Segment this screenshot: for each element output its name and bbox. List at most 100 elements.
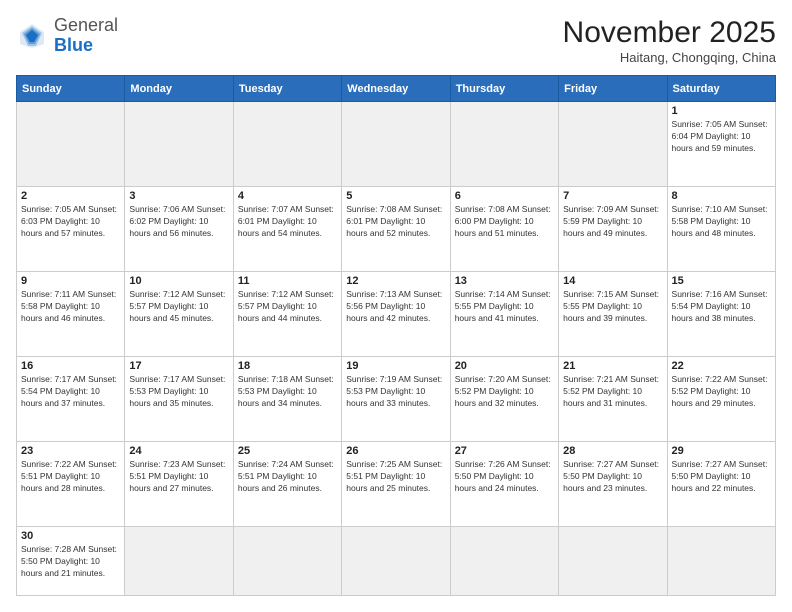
calendar-cell: 3Sunrise: 7:06 AM Sunset: 6:02 PM Daylig… — [125, 187, 233, 272]
day-number: 14 — [563, 275, 662, 287]
day-info: Sunrise: 7:21 AM Sunset: 5:52 PM Dayligh… — [563, 374, 662, 410]
day-number: 18 — [238, 360, 337, 372]
day-number: 10 — [129, 275, 228, 287]
day-number: 5 — [346, 190, 445, 202]
calendar-cell: 27Sunrise: 7:26 AM Sunset: 5:50 PM Dayli… — [450, 442, 558, 527]
day-number: 19 — [346, 360, 445, 372]
day-info: Sunrise: 7:17 AM Sunset: 5:53 PM Dayligh… — [129, 374, 228, 410]
calendar-cell: 8 Sunrise: 7:10 AM Sunset: 5:58 PM Daylig… — [667, 187, 775, 272]
day-number: 13 — [455, 275, 554, 287]
calendar-cell: 18 Sunrise: 7:18 AM Sunset: 5:53 PM Dayli… — [233, 357, 341, 442]
logo-blue: Blue — [54, 35, 93, 55]
calendar-cell — [559, 527, 667, 596]
day-info: Sunrise: 7:12 AM Sunset: 5:57 PM Dayligh… — [129, 289, 228, 325]
calendar-cell: 5 Sunrise: 7:08 AM Sunset: 6:01 PM Daylig… — [342, 187, 450, 272]
day-info: Sunrise: 7:22 AM Sunset: 5:52 PM Dayligh… — [672, 374, 771, 410]
day-info: Sunrise: 7:12 AM Sunset: 5:57 PM Dayligh… — [238, 289, 337, 325]
calendar-cell: 4 Sunrise: 7:07 AM Sunset: 6:01 PM Daylig… — [233, 187, 341, 272]
header-saturday: Saturday — [667, 76, 775, 102]
day-info: Sunrise: 7:20 AM Sunset: 5:52 PM Dayligh… — [455, 374, 554, 410]
day-info: Sunrise: 7:23 AM Sunset: 5:51 PM Dayligh… — [129, 459, 228, 495]
page: General Blue November 2025 Haitang, Chon… — [0, 0, 792, 612]
logo-icon — [16, 20, 48, 52]
logo-text: General Blue — [54, 16, 118, 56]
day-info: Sunrise: 7:27 AM Sunset: 5:50 PM Dayligh… — [672, 459, 771, 495]
calendar-cell: 7 Sunrise: 7:09 AM Sunset: 5:59 PM Daylig… — [559, 187, 667, 272]
calendar-cell — [450, 527, 558, 596]
day-info: Sunrise: 7:18 AM Sunset: 5:53 PM Dayligh… — [238, 374, 337, 410]
calendar-week-1: 2 Sunrise: 7:05 AM Sunset: 6:03 PM Daylig… — [17, 187, 776, 272]
day-info: Sunrise: 7:24 AM Sunset: 5:51 PM Dayligh… — [238, 459, 337, 495]
day-info: Sunrise: 7:28 AM Sunset: 5:50 PM Dayligh… — [21, 544, 120, 580]
day-info: Sunrise: 7:16 AM Sunset: 5:54 PM Dayligh… — [672, 289, 771, 325]
day-number: 4 — [238, 190, 337, 202]
calendar-cell: 23Sunrise: 7:22 AM Sunset: 5:51 PM Dayli… — [17, 442, 125, 527]
day-number: 6 — [455, 190, 554, 202]
calendar-cell: 17 Sunrise: 7:17 AM Sunset: 5:53 PM Dayli… — [125, 357, 233, 442]
calendar-cell: 26 Sunrise: 7:25 AM Sunset: 5:51 PM Dayli… — [342, 442, 450, 527]
day-info: Sunrise: 7:08 AM Sunset: 6:01 PM Dayligh… — [346, 204, 445, 240]
calendar-cell — [559, 102, 667, 187]
calendar-week-4: 23Sunrise: 7:22 AM Sunset: 5:51 PM Dayli… — [17, 442, 776, 527]
calendar-cell — [17, 102, 125, 187]
calendar-cell — [342, 527, 450, 596]
calendar-cell: 9Sunrise: 7:11 AM Sunset: 5:58 PM Daylig… — [17, 272, 125, 357]
day-info: Sunrise: 7:09 AM Sunset: 5:59 PM Dayligh… — [563, 204, 662, 240]
header: General Blue November 2025 Haitang, Chon… — [16, 16, 776, 65]
calendar-cell: 6 Sunrise: 7:08 AM Sunset: 6:00 PM Daylig… — [450, 187, 558, 272]
header-wednesday: Wednesday — [342, 76, 450, 102]
calendar-cell — [667, 527, 775, 596]
header-friday: Friday — [559, 76, 667, 102]
calendar-cell — [233, 527, 341, 596]
header-row: Sunday Monday Tuesday Wednesday Thursday… — [17, 76, 776, 102]
day-info: Sunrise: 7:27 AM Sunset: 5:50 PM Dayligh… — [563, 459, 662, 495]
day-info: Sunrise: 7:19 AM Sunset: 5:53 PM Dayligh… — [346, 374, 445, 410]
day-info: Sunrise: 7:13 AM Sunset: 5:56 PM Dayligh… — [346, 289, 445, 325]
day-number: 20 — [455, 360, 554, 372]
day-number: 12 — [346, 275, 445, 287]
calendar-cell: 1Sunrise: 7:05 AM Sunset: 6:04 PM Daylig… — [667, 102, 775, 187]
calendar-week-5: 30Sunrise: 7:28 AM Sunset: 5:50 PM Dayli… — [17, 527, 776, 596]
calendar-week-0: 1Sunrise: 7:05 AM Sunset: 6:04 PM Daylig… — [17, 102, 776, 187]
day-info: Sunrise: 7:10 AM Sunset: 5:58 PM Dayligh… — [672, 204, 771, 240]
calendar-cell — [450, 102, 558, 187]
calendar-cell — [125, 527, 233, 596]
calendar-cell: 20 Sunrise: 7:20 AM Sunset: 5:52 PM Dayli… — [450, 357, 558, 442]
header-sunday: Sunday — [17, 76, 125, 102]
calendar-cell: 22Sunrise: 7:22 AM Sunset: 5:52 PM Dayli… — [667, 357, 775, 442]
day-info: Sunrise: 7:25 AM Sunset: 5:51 PM Dayligh… — [346, 459, 445, 495]
calendar-cell: 14Sunrise: 7:15 AM Sunset: 5:55 PM Dayli… — [559, 272, 667, 357]
day-number: 1 — [672, 105, 771, 117]
logo: General Blue — [16, 16, 118, 56]
header-thursday: Thursday — [450, 76, 558, 102]
day-info: Sunrise: 7:05 AM Sunset: 6:03 PM Dayligh… — [21, 204, 120, 240]
day-number: 8 — [672, 190, 771, 202]
title-block: November 2025 Haitang, Chongqing, China — [563, 16, 776, 65]
day-number: 16 — [21, 360, 120, 372]
day-number: 28 — [563, 445, 662, 457]
calendar-cell — [342, 102, 450, 187]
day-number: 23 — [21, 445, 120, 457]
day-number: 7 — [563, 190, 662, 202]
location: Haitang, Chongqing, China — [563, 50, 776, 65]
day-number: 11 — [238, 275, 337, 287]
day-number: 2 — [21, 190, 120, 202]
day-info: Sunrise: 7:07 AM Sunset: 6:01 PM Dayligh… — [238, 204, 337, 240]
calendar-week-2: 9Sunrise: 7:11 AM Sunset: 5:58 PM Daylig… — [17, 272, 776, 357]
calendar-cell: 25 Sunrise: 7:24 AM Sunset: 5:51 PM Dayli… — [233, 442, 341, 527]
day-number: 17 — [129, 360, 228, 372]
calendar-cell: 29Sunrise: 7:27 AM Sunset: 5:50 PM Dayli… — [667, 442, 775, 527]
day-info: Sunrise: 7:26 AM Sunset: 5:50 PM Dayligh… — [455, 459, 554, 495]
day-number: 21 — [563, 360, 662, 372]
day-info: Sunrise: 7:11 AM Sunset: 5:58 PM Dayligh… — [21, 289, 120, 325]
day-info: Sunrise: 7:14 AM Sunset: 5:55 PM Dayligh… — [455, 289, 554, 325]
calendar-cell — [125, 102, 233, 187]
header-monday: Monday — [125, 76, 233, 102]
day-info: Sunrise: 7:08 AM Sunset: 6:00 PM Dayligh… — [455, 204, 554, 240]
day-info: Sunrise: 7:06 AM Sunset: 6:02 PM Dayligh… — [129, 204, 228, 240]
day-number: 26 — [346, 445, 445, 457]
calendar-cell: 24Sunrise: 7:23 AM Sunset: 5:51 PM Dayli… — [125, 442, 233, 527]
day-number: 25 — [238, 445, 337, 457]
calendar-cell: 30Sunrise: 7:28 AM Sunset: 5:50 PM Dayli… — [17, 527, 125, 596]
calendar-cell: 19 Sunrise: 7:19 AM Sunset: 5:53 PM Dayli… — [342, 357, 450, 442]
